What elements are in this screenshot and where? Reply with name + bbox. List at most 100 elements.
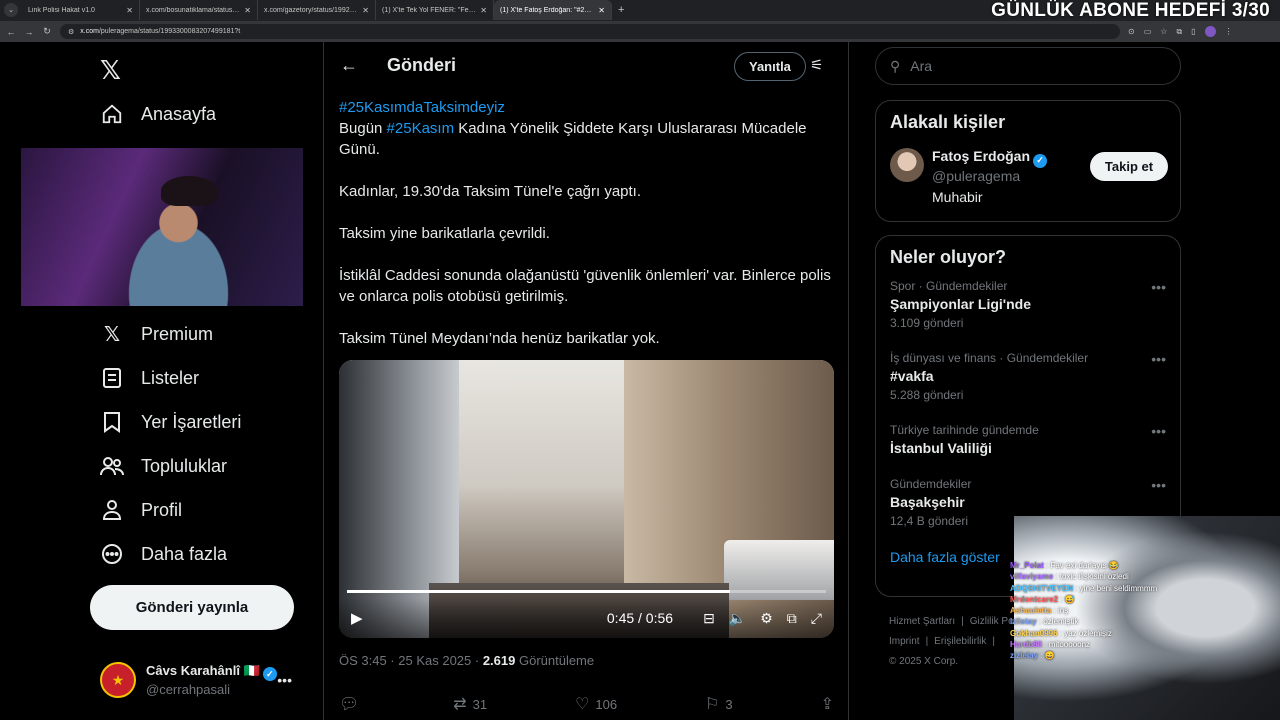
hashtag-link[interactable]: #25Kasım [387,120,455,137]
trend-count: 5.288 gönderi [890,388,964,402]
star-icon[interactable]: ☆ [1160,27,1167,36]
sidebar-item-label: Anasayfa [141,103,217,124]
sidebar-item-home[interactable]: Anasayfa [100,102,216,126]
bookmark-action[interactable]: ⚐ 3 [705,694,733,714]
chat-username: Izlistay [1010,617,1037,627]
stream-chat: Mr_Polat : Fav exi darlayıs 😂 vilfaviyame… [1010,560,1210,662]
avatar: ★ [100,662,136,698]
repost-action[interactable]: ⇄ 31 [453,694,487,714]
more-dots-icon[interactable]: ••• [1151,423,1166,439]
tab-title: x.com/gazetory/status/199273... [264,6,359,14]
x-logo-icon[interactable]: 𝕏 [100,56,121,86]
stream-goal-title: GÜNLÜK ABONE HEDEFİ 3/30 [991,0,1270,21]
post-time[interactable]: ÖS 3:45 · 25 Kas 2025 · [339,653,483,668]
sidebar-item-profile[interactable]: Profil [100,498,182,522]
sidebar-icon[interactable]: ▯ [1191,27,1195,36]
chat-username: Mr_Polat [1010,561,1044,570]
tab-title: (1) X'te Fatoş Erdoğan: "#25Ka... [500,6,595,14]
person-bio: Muhabir [932,189,983,205]
hashtag-link[interactable]: #25KasımdaTaksimdeyiz [339,99,505,116]
close-icon[interactable]: ✕ [598,6,605,15]
search-input[interactable]: ⚲ Ara [875,47,1181,85]
close-icon[interactable]: ✕ [126,6,133,15]
volume-icon[interactable]: 🔈 [729,610,746,627]
more-dots-icon[interactable]: ••• [1151,279,1166,295]
video-player[interactable]: ▶ 0:45 / 0:56 ⊟ 🔈 ⚙ ⧉ ⤢ [339,360,834,638]
trend-category: Türkiye tarihinde gündemde [890,423,1039,437]
post-meta: ÖS 3:45 · 25 Kas 2025 · 2.619 Görüntülem… [339,653,594,668]
trend-title: Başakşehir [890,494,965,510]
trend-title: Şampiyonlar Ligi'nde [890,296,1032,312]
menu-icon[interactable]: ⋮ [1225,27,1233,36]
person-name[interactable]: Fatoş Erdoğan ✓ [932,148,1048,168]
left-sidebar: 𝕏 Anasayfa 𝕏 Premium Listeler Yer İşaret… [0,42,323,720]
chat-text: 😄 [1044,651,1055,661]
heart-icon: ♡ [575,696,590,713]
video-progress-bar[interactable] [347,590,826,593]
extensions-icon[interactable]: ⧉ [1176,27,1182,37]
play-icon[interactable]: ▶ [351,609,363,627]
close-icon[interactable]: ✕ [244,6,251,15]
sidebar-item-lists[interactable]: Listeler [100,366,199,390]
tab-title: Link Polisi Hakat v1.0 [28,6,95,14]
sidebar-item-communities[interactable]: Topluluklar [100,454,227,478]
tab-search-icon[interactable]: ⌄ [4,3,18,17]
settings-icon[interactable]: ⚙ [760,610,773,627]
forward-icon[interactable]: → [24,27,34,37]
more-dots-icon[interactable]: ••• [277,672,292,688]
pip-icon[interactable]: ⧉ [787,610,797,627]
related-person[interactable]: Fatoş Erdoğan ✓ @puleragema Muhabir Takip… [876,144,1180,214]
account-switcher[interactable]: ★ Câvs Karahânlî 🇮🇹 ✓ @cerrahpasali ••• [100,660,310,700]
footer-link[interactable]: Gizlilik Po [970,616,1014,627]
more-circle-icon [100,542,124,566]
chat-username: vilfaviyame [1010,572,1054,582]
bookmark-icon [100,410,124,434]
browser-tab-active[interactable]: (1) X'te Fatoş Erdoğan: "#25Ka... ✕ [494,0,612,20]
like-action[interactable]: ♡ 106 [575,694,617,714]
post-button[interactable]: Gönderi yayınla [90,585,294,630]
lens-icon[interactable]: ⊙ [1128,27,1135,36]
trend-item[interactable]: Spor · Gündemdekiler Şampiyonlar Ligi'nd… [876,279,1180,351]
close-icon[interactable]: ✕ [362,6,369,15]
follow-button[interactable]: Takip et [1090,152,1168,181]
chat-username: Ashuuletta [1010,606,1052,616]
footer-link[interactable]: Hizmet Şartları [889,616,955,627]
verified-icon: ✓ [1033,153,1048,168]
tab-title: x.com/bosunatiklama/status/1... [146,6,241,14]
browser-tab[interactable]: (1) X'te Tek Yol FENER: "Fenerli...✕ [376,0,494,20]
sidebar-item-bookmarks[interactable]: Yer İşaretleri [100,410,241,434]
sidebar-item-more[interactable]: Daha fazla [100,542,227,566]
chat-text: 😅 [1064,594,1075,604]
browser-tab[interactable]: Link Polisi Hakat v1.0 ✕ [22,0,140,20]
trend-category: Spor · Gündemdekiler [890,279,1008,293]
more-dots-icon[interactable]: ••• [1151,351,1166,367]
chat-message: zizlelay : 😄 [1010,651,1055,661]
fullscreen-icon[interactable]: ⤢ [811,610,822,627]
close-icon[interactable]: ✕ [480,6,487,15]
avatar[interactable] [890,148,924,182]
trend-item[interactable]: İş dünyası ve finans · Gündemdekiler #va… [876,351,1180,423]
cast-icon[interactable]: ▭ [1144,27,1152,36]
footer-link[interactable]: Imprint [889,636,920,647]
reply-action[interactable]: 💬︎ [339,694,365,714]
browser-tab[interactable]: x.com/bosunatiklama/status/1... ✕ [140,0,258,20]
chat-message: Izlistay : özlemiştik [1010,617,1079,627]
back-icon[interactable]: ← [6,27,16,37]
filter-icon[interactable]: ⚟ [810,56,823,74]
sidebar-item-premium[interactable]: 𝕏 Premium [100,322,213,346]
more-dots-icon[interactable]: ••• [1151,477,1166,493]
back-arrow-icon[interactable]: ← [340,55,358,76]
new-tab-icon[interactable]: + [612,4,630,16]
post-paragraph: Kadınlar, 19.30'da Taksim Tünel'e çağrı … [339,183,642,200]
captions-icon[interactable]: ⊟ [703,610,715,627]
footer-link[interactable]: Erişilebilirlik [934,636,986,647]
address-bar[interactable]: ⚙ x.com/puleragema/status/19933000832074… [60,24,1120,39]
reply-button[interactable]: Yanıtla [734,52,806,81]
browser-tab[interactable]: x.com/gazetory/status/199273... ✕ [258,0,376,20]
site-info-icon[interactable]: ⚙ [68,28,74,36]
share-action[interactable]: ⇪ [821,694,834,714]
profile-avatar[interactable] [1204,26,1216,37]
post-paragraph: Taksim yine barikatlarla çevrildi. [339,225,550,242]
trend-item[interactable]: Türkiye tarihinde gündemde İstanbul Vali… [876,423,1180,477]
reload-icon[interactable]: ↻ [42,26,52,37]
